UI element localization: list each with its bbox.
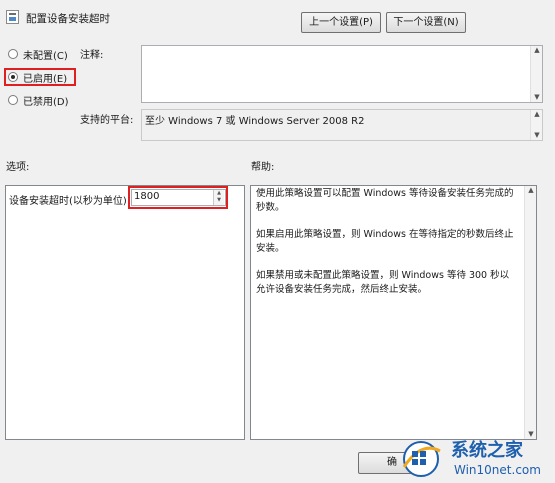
radio-button-icon[interactable] [8, 49, 18, 59]
timeout-label: 设备安装超时(以秒为单位) [9, 196, 127, 207]
previous-setting-button[interactable]: 上一个设置(P) [301, 12, 381, 33]
options-panel [5, 185, 245, 440]
watermark-title: 系统之家 [451, 440, 523, 461]
scroll-up-icon[interactable]: ▲ [531, 110, 543, 119]
enabled-highlight-box [4, 68, 76, 86]
comment-label: 注释: [80, 50, 104, 61]
options-heading: 选项: [6, 162, 30, 173]
help-paragraph-3: 如果禁用或未配置此策略设置，则 Windows 等待 300 秒以允许设备安装任… [256, 270, 510, 295]
platform-label: 支持的平台: [80, 115, 134, 126]
scroll-down-icon[interactable]: ▼ [531, 93, 543, 102]
radio-not-configured[interactable]: 未配置(C) [8, 46, 68, 62]
platform-scrollbar[interactable]: ▲ ▼ [530, 110, 542, 140]
comment-textarea[interactable]: ▲ ▼ [141, 45, 543, 103]
window-title: 配置设备安装超时 [26, 13, 110, 25]
help-paragraph-1: 使用此策略设置可以配置 Windows 等待设备安装任务完成的秒数。 [256, 188, 514, 213]
scroll-up-icon[interactable]: ▲ [531, 46, 543, 55]
help-heading: 帮助: [251, 162, 275, 173]
policy-icon [6, 10, 19, 24]
next-setting-button[interactable]: 下一个设置(N) [386, 12, 466, 33]
watermark-url: Win10net.com [454, 463, 541, 477]
help-paragraph-2: 如果启用此策略设置，则 Windows 在等待指定的秒数后终止安装。 [256, 229, 514, 254]
scroll-down-icon[interactable]: ▼ [525, 430, 537, 439]
radio-disabled[interactable]: 已禁用(D) [8, 92, 69, 108]
scroll-down-icon[interactable]: ▼ [531, 131, 543, 140]
timeout-highlight-box [128, 186, 228, 209]
platform-value: 至少 Windows 7 或 Windows Server 2008 R2 [145, 116, 365, 127]
radio-label: 已禁用(D) [23, 96, 69, 108]
radio-label: 未配置(C) [23, 50, 68, 62]
help-panel: ▲ ▼ [250, 185, 537, 440]
watermark-logo-icon [402, 441, 441, 477]
scroll-up-icon[interactable]: ▲ [525, 186, 537, 195]
comment-scrollbar[interactable]: ▲ ▼ [530, 46, 542, 102]
radio-button-icon[interactable] [8, 95, 18, 105]
help-scrollbar[interactable]: ▲ ▼ [524, 186, 536, 439]
